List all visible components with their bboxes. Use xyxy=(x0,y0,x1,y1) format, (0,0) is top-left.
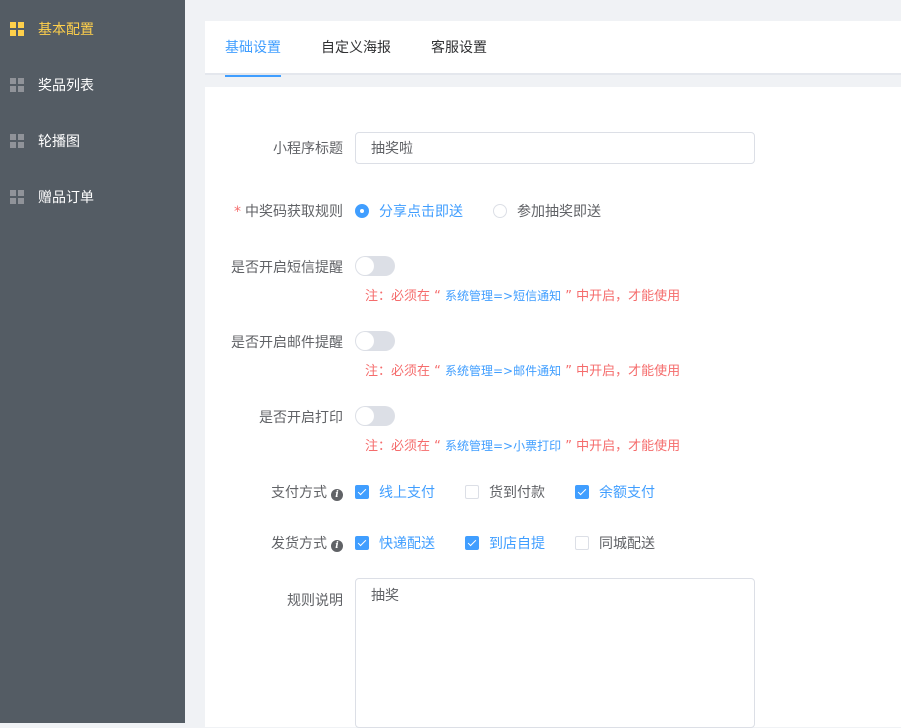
note-suffix: ” 中开启，才能使用 xyxy=(561,439,681,454)
sidebar-item-label: 赠品订单 xyxy=(38,190,94,206)
sms-note: 注：必须在 “ 系统管理=>短信通知 ” 中开启，才能使用 xyxy=(365,285,680,304)
sidebar-item-gift-orders[interactable]: 赠品订单 xyxy=(0,169,185,225)
email-note: 注：必须在 “ 系统管理=>邮件通知 ” 中开启，才能使用 xyxy=(365,360,680,379)
rules-label: 规则说明 xyxy=(287,593,343,609)
ship-option-pickup[interactable]: 到店自提 xyxy=(465,533,545,553)
print-switch[interactable] xyxy=(355,406,395,426)
sidebar-item-label: 轮播图 xyxy=(38,134,80,150)
sidebar-item-prize-list[interactable]: 奖品列表 xyxy=(0,57,185,113)
sidebar-item-carousel[interactable]: 轮播图 xyxy=(0,113,185,169)
checkbox-label: 快递配送 xyxy=(379,536,435,552)
pay-option-online[interactable]: 线上支付 xyxy=(355,482,435,502)
note-prefix: 注：必须在 “ xyxy=(365,289,445,304)
grid-icon xyxy=(10,134,24,148)
grid-icon xyxy=(10,78,24,92)
sms-switch[interactable] xyxy=(355,256,395,276)
note-suffix: ” 中开启，才能使用 xyxy=(561,364,681,379)
checkbox-box xyxy=(465,485,479,499)
sms-label: 是否开启短信提醒 xyxy=(231,260,343,276)
email-switch[interactable] xyxy=(355,331,395,351)
rule-label: * 中奖码获取规则 xyxy=(234,201,343,221)
pay-option-cod[interactable]: 货到付款 xyxy=(465,482,545,502)
ship-option-express[interactable]: 快递配送 xyxy=(355,533,435,553)
note-prefix: 注：必须在 “ xyxy=(365,439,445,454)
checkbox-box xyxy=(575,485,589,499)
grid-icon xyxy=(10,190,24,204)
switch-knob xyxy=(356,407,374,425)
pay-option-balance[interactable]: 余额支付 xyxy=(575,482,655,502)
info-icon[interactable]: i xyxy=(331,489,343,501)
title-label: 小程序标题 xyxy=(273,141,343,157)
rule-label-text: 中奖码获取规则 xyxy=(245,204,343,220)
email-label: 是否开启邮件提醒 xyxy=(231,335,343,351)
title-input[interactable] xyxy=(355,132,755,164)
note-link: 系统管理=>短信通知 xyxy=(445,289,562,303)
radio-dot xyxy=(355,204,369,218)
note-prefix: 注：必须在 “ xyxy=(365,364,445,379)
print-note: 注：必须在 “ 系统管理=>小票打印 ” 中开启，才能使用 xyxy=(365,435,680,454)
checkbox-label: 同城配送 xyxy=(599,536,655,552)
checkbox-label: 到店自提 xyxy=(489,536,545,552)
checkbox-label: 余额支付 xyxy=(599,485,655,501)
ship-label: 发货方式 i xyxy=(271,533,343,553)
switch-knob xyxy=(356,257,374,275)
checkbox-box xyxy=(575,536,589,550)
required-mark: * xyxy=(234,204,241,220)
sidebar-item-label: 基本配置 xyxy=(38,22,94,38)
grid-icon xyxy=(10,22,24,36)
tab-custom-poster[interactable]: 自定义海报 xyxy=(321,21,391,75)
checkbox-box xyxy=(465,536,479,550)
radio-dot xyxy=(493,204,507,218)
ship-option-local[interactable]: 同城配送 xyxy=(575,533,655,553)
ship-label-text: 发货方式 xyxy=(271,536,327,552)
tab-basic-settings[interactable]: 基础设置 xyxy=(225,21,281,77)
checkbox-label: 线上支付 xyxy=(379,485,435,501)
radio-label: 分享点击即送 xyxy=(379,204,463,220)
switch-knob xyxy=(356,332,374,350)
rule-option-join-draw[interactable]: 参加抽奖即送 xyxy=(493,201,601,221)
settings-form: 小程序标题 *中奖码获取规则 分享点击即送 参加抽奖即送 是否开启短信提醒 注：… xyxy=(205,87,901,728)
rules-textarea[interactable]: 抽奖 xyxy=(355,578,755,728)
sidebar-item-basic-config[interactable]: 基本配置 xyxy=(0,1,185,57)
tab-customer-service[interactable]: 客服设置 xyxy=(431,21,487,75)
pay-label: 支付方式 i xyxy=(271,482,343,502)
sidebar-item-label: 奖品列表 xyxy=(38,78,94,94)
print-label: 是否开启打印 xyxy=(259,410,343,426)
rule-option-share-click[interactable]: 分享点击即送 xyxy=(355,201,463,221)
checkbox-box xyxy=(355,536,369,550)
sidebar: 基本配置 奖品列表 轮播图 赠品订单 xyxy=(0,0,185,723)
checkbox-label: 货到付款 xyxy=(489,485,545,501)
tabs-bar: 基础设置 自定义海报 客服设置 xyxy=(205,21,901,77)
note-link: 系统管理=>邮件通知 xyxy=(445,364,562,378)
checkbox-box xyxy=(355,485,369,499)
pay-label-text: 支付方式 xyxy=(271,485,327,501)
info-icon[interactable]: i xyxy=(331,540,343,552)
note-link: 系统管理=>小票打印 xyxy=(445,439,562,453)
note-suffix: ” 中开启，才能使用 xyxy=(561,289,681,304)
radio-label: 参加抽奖即送 xyxy=(517,204,601,220)
